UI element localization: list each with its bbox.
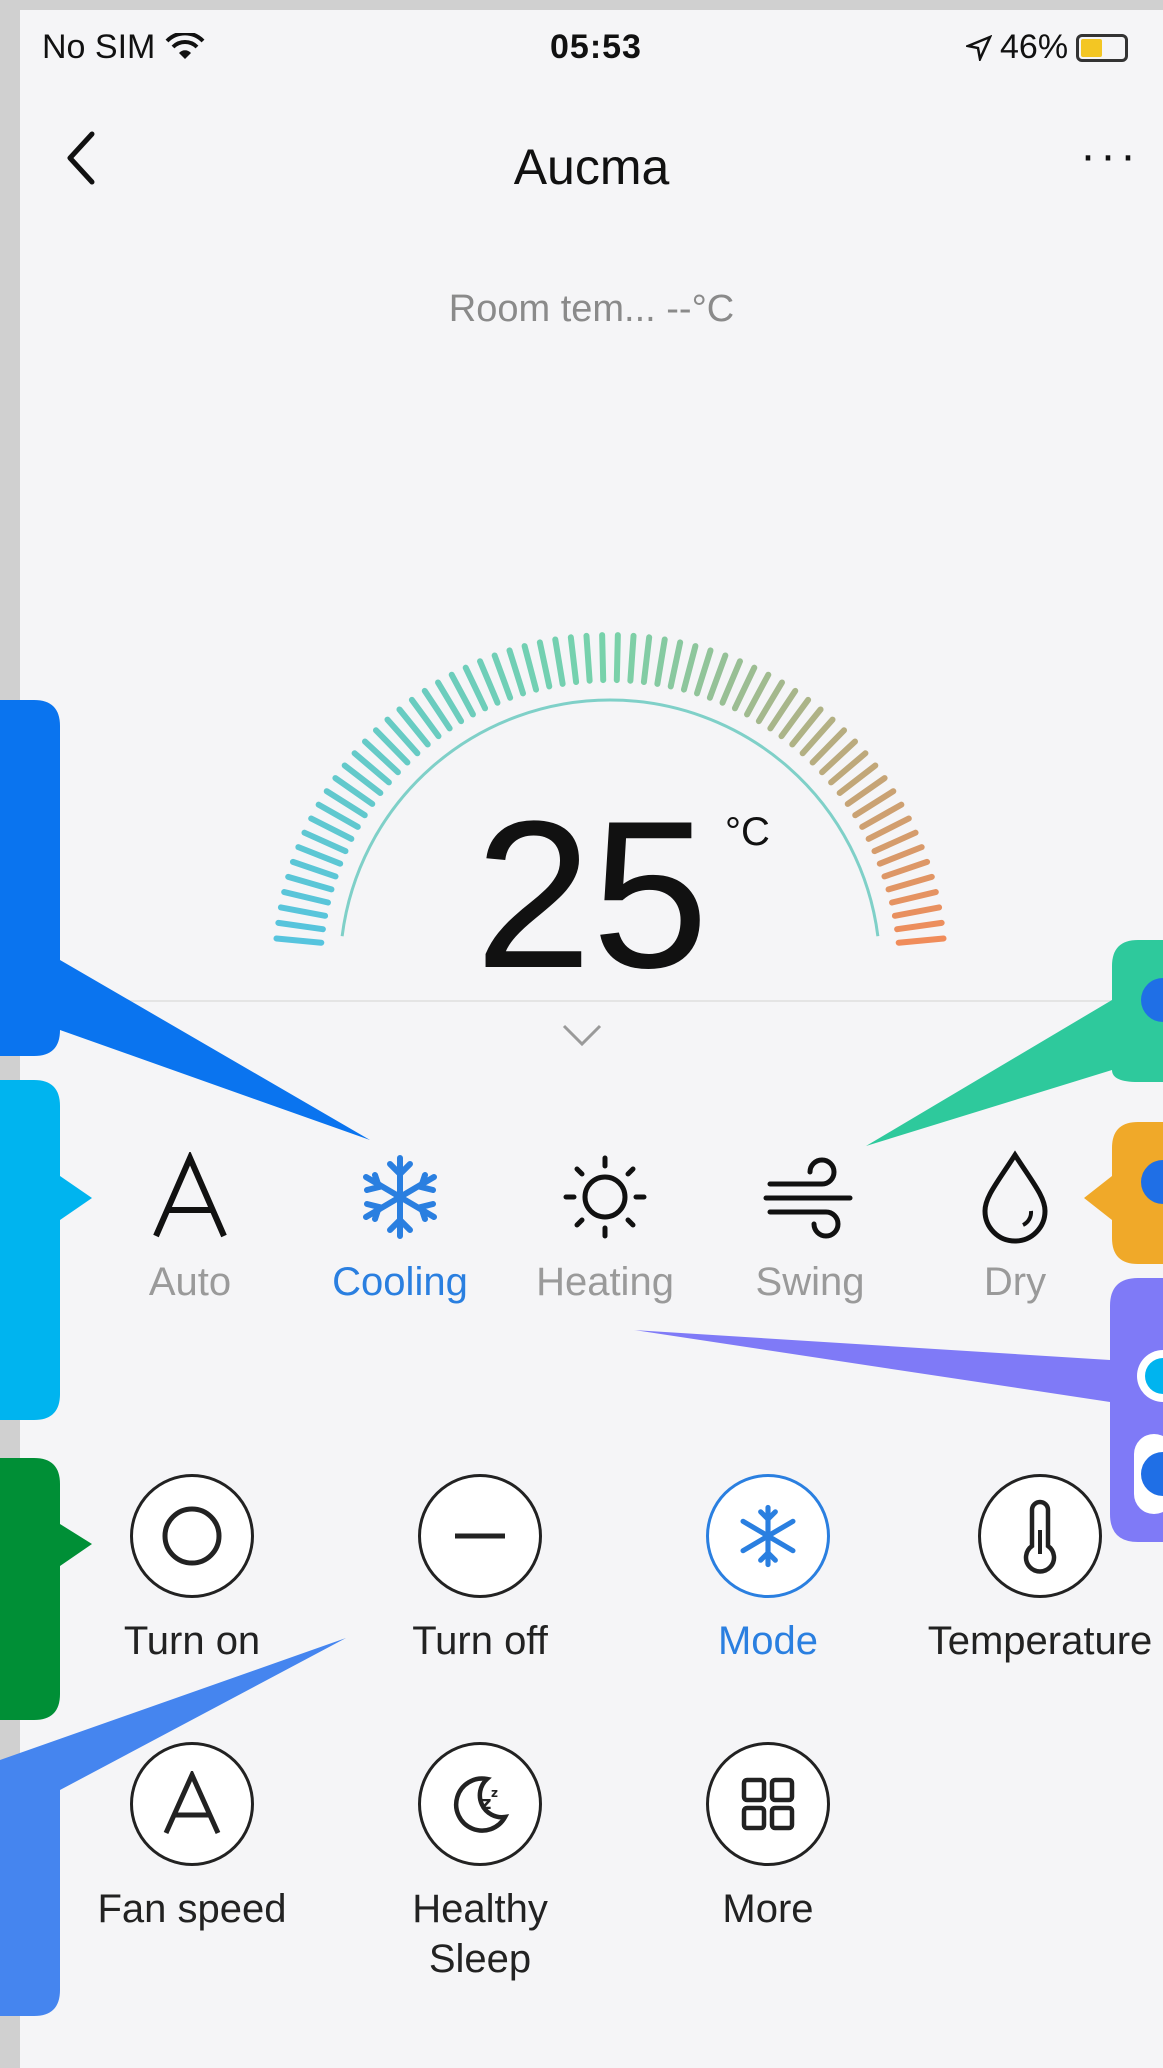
- more-button[interactable]: More: [648, 1742, 888, 1934]
- sun-icon: [563, 1155, 647, 1239]
- dial-tick: [706, 652, 729, 701]
- app-screen: No SIM 05:53 46% Aucma ··· Room tem... -…: [20, 10, 1163, 2068]
- carrier-label: No SIM: [42, 28, 156, 66]
- mode-label: Mode: [717, 1619, 819, 1663]
- mode-button[interactable]: Mode: [648, 1474, 888, 1666]
- dial-tick: [536, 639, 553, 690]
- dial-tick: [491, 652, 514, 701]
- auto-letter-icon: [153, 1152, 227, 1238]
- dial-tick: [567, 634, 580, 685]
- fan-auto-icon: [163, 1771, 221, 1835]
- dial-tick: [599, 632, 607, 684]
- dial-tick: [876, 844, 925, 867]
- dial-tick: [285, 873, 335, 893]
- control-panel: Auto Cooling Heating Swing Dry Turn on T…: [20, 1000, 1163, 2068]
- dial-tick: [521, 643, 540, 693]
- dial-tick: [889, 889, 939, 906]
- snowflake-icon: [740, 1504, 796, 1568]
- temperature-label: Temperature: [927, 1619, 1153, 1663]
- more-options-button[interactable]: ···: [1080, 128, 1140, 183]
- dial-tick: [552, 636, 566, 687]
- wind-icon: [763, 1157, 853, 1239]
- mode-heating[interactable]: Heating: [515, 1142, 695, 1305]
- grid-icon: [741, 1777, 795, 1831]
- dial-tick: [627, 632, 637, 684]
- water-drop-icon: [982, 1150, 1048, 1244]
- setpoint-temperature: 25: [475, 777, 709, 1012]
- dial-tick: [613, 632, 621, 684]
- status-battery: 46%: [966, 28, 1129, 67]
- dial-tick: [894, 919, 945, 933]
- more-label: More: [722, 1887, 814, 1931]
- dial-tick: [667, 639, 684, 690]
- sleep-moon-icon: z z: [453, 1776, 510, 1833]
- location-arrow-icon: [966, 34, 992, 61]
- status-carrier: No SIM: [42, 28, 205, 67]
- turn-off-label: Turn off: [412, 1619, 548, 1663]
- mode-heating-label: Heating: [536, 1260, 674, 1304]
- room-temperature-value: --°C: [666, 288, 735, 330]
- temperature-button[interactable]: Temperature: [920, 1474, 1160, 1666]
- wifi-icon: [165, 32, 205, 59]
- mode-cooling[interactable]: Cooling: [310, 1142, 490, 1305]
- mode-auto-label: Auto: [148, 1260, 232, 1304]
- dial-tick: [277, 904, 329, 919]
- mode-swing-label: Swing: [755, 1260, 865, 1304]
- battery-percent: 46%: [1000, 28, 1069, 66]
- mode-auto[interactable]: Auto: [100, 1142, 280, 1305]
- room-temperature-label: Room tem...: [448, 288, 656, 330]
- mode-dry[interactable]: Dry: [925, 1142, 1105, 1305]
- dial-tick: [654, 636, 668, 687]
- thermometer-icon: [1023, 1499, 1057, 1574]
- dial-tick: [640, 634, 653, 685]
- svg-text:z: z: [481, 1793, 491, 1814]
- turn-off-button[interactable]: Turn off: [360, 1474, 600, 1666]
- dial-tick: [506, 647, 527, 697]
- dial-tick: [891, 904, 943, 919]
- battery-icon: [1076, 33, 1129, 62]
- svg-text:z: z: [491, 1786, 498, 1800]
- mode-swing[interactable]: Swing: [720, 1142, 900, 1305]
- fan-speed-button[interactable]: Fan speed: [72, 1742, 312, 1934]
- dial-tick: [583, 632, 593, 684]
- mode-dry-label: Dry: [983, 1260, 1047, 1304]
- dial-tick: [693, 647, 714, 697]
- dial-tick: [275, 919, 326, 933]
- dial-tick: [881, 858, 931, 880]
- fan-speed-label: Fan speed: [97, 1887, 287, 1931]
- mode-cooling-label: Cooling: [332, 1260, 468, 1304]
- healthy-sleep-button[interactable]: z z Healthy Sleep: [360, 1742, 600, 1984]
- dial-tick: [289, 858, 339, 880]
- dial-tick: [885, 873, 935, 893]
- turn-on-button[interactable]: Turn on: [72, 1474, 312, 1666]
- power-off-icon: [455, 1533, 505, 1539]
- turn-on-label: Turn on: [123, 1619, 261, 1663]
- dial-tick: [680, 643, 699, 693]
- healthy-sleep-label: Healthy Sleep: [412, 1887, 548, 1981]
- dial-tick: [295, 844, 344, 867]
- status-time: 05:53: [550, 28, 642, 66]
- power-on-icon: [162, 1506, 222, 1566]
- page-title: Aucma: [513, 139, 670, 195]
- dial-tick: [273, 935, 325, 946]
- setpoint-unit: °C: [725, 810, 770, 854]
- snowflake-icon: [363, 1155, 437, 1239]
- room-temperature: Room tem... --°C: [20, 288, 1163, 331]
- dial-tick: [281, 889, 331, 906]
- chevron-down-icon[interactable]: [560, 1020, 604, 1050]
- dial-tick: [895, 935, 947, 946]
